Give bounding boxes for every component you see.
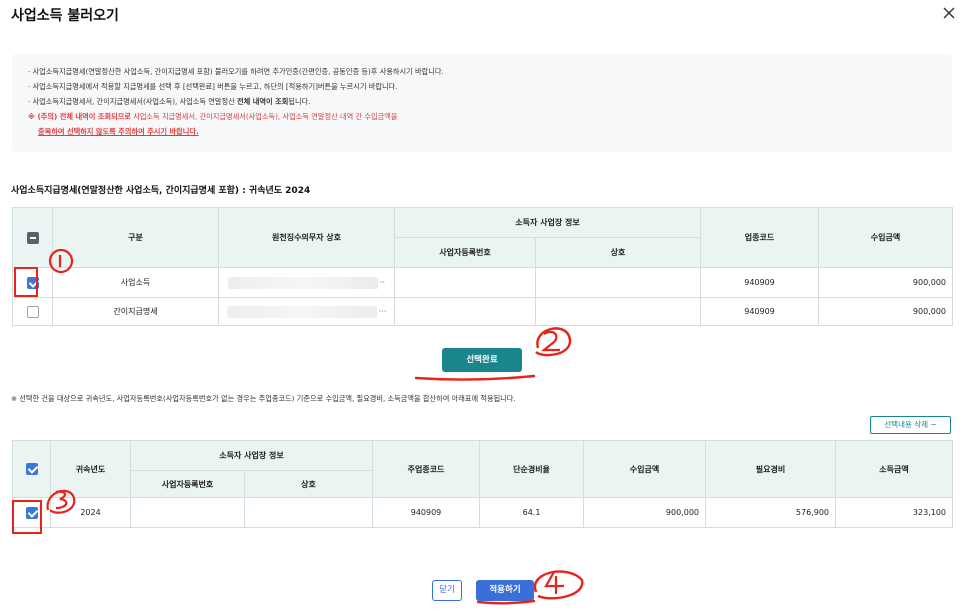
notice-box: · 사업소득지급명세(연말정산한 사업소득, 간이지급명세 포함) 불러오기를 … [12,54,952,152]
annotation-underline-2 [414,374,536,381]
notice-line-2: · 사업소득지급명세에서 적용할 지급명세를 선택 후 [선택완료] 버튼을 누… [28,82,398,91]
notice-line-3-bold: 전체 내역이 조회 [237,97,289,106]
redacted-payer [227,276,378,289]
select-done-button[interactable]: 선택완료 [442,348,522,372]
payer-ellipsis: ·· [379,278,386,287]
cell-category: 간이지급명세 [52,297,219,326]
select-all-checkbox[interactable] [25,463,38,475]
notice-warning: ※ (주의) 전체 내역이 조회되므로 사업소득 지급명세서, 간이지급명세서(… [28,109,936,124]
col-payer: 원천징수의무자 상호 [218,207,395,268]
cell-industry-code: 940909 [700,267,820,298]
notice-line-3: · 사업소득지급명세서, 간이지급명세서(사업소득), 사업소득 연말정산 전체… [28,94,936,109]
warning-text: 사업소득 지급명세서, 간이지급명세서(사업소득), 사업소득 연말정산 내역 … [130,112,398,121]
col-trade-name: 상호 [243,470,374,498]
col-reg-no: 사업자등록번호 [130,470,245,498]
cell-reg-no [130,497,245,528]
cell-reg-no [394,297,536,326]
col-group: 소득자 사업장 정보 [393,207,702,238]
cell-income: 900,000 [818,297,954,326]
annotation-box-3 [12,500,42,534]
section-title: 사업소득지급명세(연말정산한 사업소득, 간이지급명세 포함) : 귀속년도 2… [11,186,311,196]
select-all-cell[interactable] [12,440,51,498]
col-rate: 단순경비율 [479,440,585,498]
col-industry-code: 업종코드 [700,207,820,268]
cell-rate: 64.1 [479,497,585,528]
cell-income: 900,000 [818,267,954,298]
col-profit: 소득금액 [835,440,954,498]
select-all-checkbox[interactable] [26,231,39,244]
notice-line-1: · 사업소득지급명세(연말정산한 사업소득, 간이지급명세 포함) 불러오기를 … [28,67,444,76]
col-year: 귀속년도 [50,440,131,498]
cell-trade-name [534,267,702,298]
col-income: 수입금액 [818,207,954,268]
notice-warning-2: 중복하여 선택하지 않도록 주의하여 주시기 바랍니다. [28,124,936,139]
col-trade-name: 상호 [534,237,702,268]
row-checkbox-cell[interactable] [12,297,53,326]
table-row[interactable]: 사업소득 ·· 940909 900,000 [12,267,954,298]
notice-line-3-text: · 사업소득지급명세서, 간이지급명세서(사업소득), 사업소득 연말정산 [28,97,238,106]
warning-underlined: 중복하여 선택하지 않도록 주의하여 주시기 바랍니다. [38,127,199,136]
cell-payer: ·· [218,267,395,298]
col-main-code: 주업종코드 [372,440,481,498]
cell-expense: 576,900 [705,497,837,528]
row-checkbox[interactable] [26,305,39,318]
col-reg-no: 사업자등록번호 [394,237,536,268]
select-all-cell[interactable] [12,207,53,268]
cell-trade-name [243,497,374,528]
cell-industry-code: 940909 [700,297,820,326]
cell-year: 2024 [50,497,131,528]
col-group: 소득자 사업장 정보 [129,440,374,471]
summary-note: ※ 선택한 건을 대상으로 귀속년도, 사업자등록번호(사업자등록번호가 없는 … [11,394,516,403]
warning-lead: ※ (주의) 전체 내역이 조회되므로 [28,112,131,121]
cell-reg-no [394,267,536,298]
applied-summary-table: 귀속년도 소득자 사업장 정보 주업종코드 단순경비율 수입금액 필요경비 소득… [12,440,954,528]
cell-payer: ··· [218,297,395,326]
col-expense: 필요경비 [705,440,837,498]
apply-button[interactable]: 적용하기 [476,580,534,601]
dialog-header: 사업소득 불러오기 [0,0,966,32]
annotation-4 [533,570,584,600]
cell-category: 사업소득 [52,267,219,298]
payer-ellipsis: ··· [378,307,387,316]
delete-selection-button[interactable]: 선택내용 삭제 − [870,416,951,434]
col-income: 수입금액 [583,440,707,498]
close-button[interactable]: 닫기 [432,580,462,601]
redacted-payer [226,305,377,318]
cell-main-code: 940909 [372,497,481,528]
notice-line-3-end: 됩니다. [288,97,311,106]
payment-statement-table: 구분 원천징수의무자 상호 소득자 사업장 정보 업종코드 수입금액 사업자등록… [12,207,954,326]
cell-income: 900,000 [583,497,707,528]
close-icon[interactable] [940,4,958,22]
dialog-title: 사업소득 불러오기 [11,8,119,24]
table-row[interactable]: 간이지급명세 ··· 940909 900,000 [12,297,954,326]
cell-trade-name [534,297,702,326]
cell-profit: 323,100 [835,497,954,528]
table-row[interactable]: 2024 940909 64.1 900,000 576,900 323,100 [12,497,954,528]
annotation-box-1 [14,267,38,297]
col-category: 구분 [52,207,219,268]
